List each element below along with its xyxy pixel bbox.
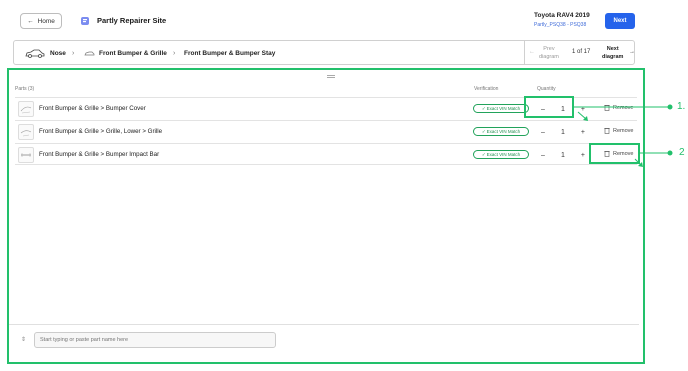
remove-button[interactable]: Remove: [604, 104, 633, 111]
plus-button[interactable]: +: [581, 129, 585, 136]
part-name: Front Bumper & Grille > Grille, Lower > …: [39, 128, 163, 135]
minus-button[interactable]: –: [541, 152, 545, 159]
check-icon: ✓: [481, 105, 486, 111]
top-bar: ← Home Partly Repairer Site Toyota RAV4 …: [0, 0, 688, 38]
vehicle-title: Toyota RAV4 2019: [534, 12, 590, 19]
part-thumbnail: [18, 101, 34, 117]
next-diagram-button[interactable]: Next diagram: [602, 45, 623, 61]
callout-label-2: 2: [679, 147, 685, 158]
part-name: Front Bumper & Grille > Bumper Impact Ba…: [39, 151, 160, 158]
breadcrumb-item-current: Front Bumper & Bumper Stay: [184, 50, 276, 57]
divider: [9, 324, 639, 325]
vin-match-badge: ✓ Exact VIN Match: [473, 104, 529, 113]
trash-icon: [604, 104, 610, 111]
quantity-stepper: – 1 +: [537, 125, 589, 139]
sort-toggle-icon[interactable]: ⇕: [21, 336, 26, 343]
table-row: Front Bumper & Grille > Bumper Impact Ba…: [15, 143, 637, 165]
table-row: Front Bumper & Grille > Grille, Lower > …: [15, 120, 637, 142]
site-title: Partly Repairer Site: [97, 16, 167, 25]
partly-logo-icon: [81, 17, 89, 25]
part-search-input[interactable]: [34, 332, 276, 348]
part-name: Front Bumper & Grille > Bumper Cover: [39, 105, 146, 112]
breadcrumb-item-nose[interactable]: Nose: [50, 50, 66, 57]
highlight-box-quantity: [524, 96, 574, 118]
next-button[interactable]: Next: [605, 13, 635, 29]
check-icon: ✓: [481, 151, 486, 157]
chevron-right-icon: ›: [72, 50, 75, 57]
plus-button[interactable]: +: [581, 152, 585, 159]
quantity-value[interactable]: 1: [561, 129, 565, 136]
arrow-right-icon[interactable]: →: [629, 49, 635, 55]
diagram-pager: ← Prev diagram 1 of 17 Next diagram →: [524, 41, 635, 64]
page-indicator: 1 of 17: [572, 49, 591, 55]
plus-button[interactable]: +: [581, 106, 585, 113]
quantity-value[interactable]: 1: [561, 152, 565, 159]
home-label: Home: [37, 17, 55, 25]
remove-button[interactable]: Remove: [604, 127, 633, 134]
vin-match-badge: ✓ Exact VIN Match: [473, 150, 529, 159]
bumper-icon: [84, 51, 95, 56]
verification-header: Verification: [474, 86, 499, 92]
drag-handle-icon[interactable]: [327, 75, 335, 78]
car-icon: [25, 49, 45, 58]
quantity-header: Quantity: [537, 86, 556, 92]
trash-icon: [604, 127, 610, 134]
breadcrumb-item-front-bumper[interactable]: Front Bumper & Grille: [99, 50, 167, 57]
prev-diagram-button[interactable]: Prev diagram: [539, 45, 559, 61]
vin-match-badge: ✓ Exact VIN Match: [473, 127, 529, 136]
callout-label-1: 1.: [677, 101, 686, 112]
highlight-box-remove: [589, 143, 640, 164]
part-thumbnail: [18, 147, 34, 163]
minus-button[interactable]: –: [541, 129, 545, 136]
vehicle-subtitle-link[interactable]: Partly_PSQ38 - PSQ38: [534, 22, 586, 28]
chevron-right-icon: ›: [173, 50, 176, 57]
arrow-left-icon[interactable]: ←: [529, 49, 535, 55]
quantity-stepper: – 1 +: [537, 148, 589, 162]
diagram-nav-bar: Nose › Front Bumper & Grille › Front Bum…: [13, 40, 635, 65]
arrow-left-icon: ←: [27, 17, 34, 25]
home-button[interactable]: ← Home: [20, 13, 62, 29]
part-thumbnail: [18, 124, 34, 140]
parts-header: Parts (3): [15, 86, 35, 92]
check-icon: ✓: [481, 128, 486, 134]
